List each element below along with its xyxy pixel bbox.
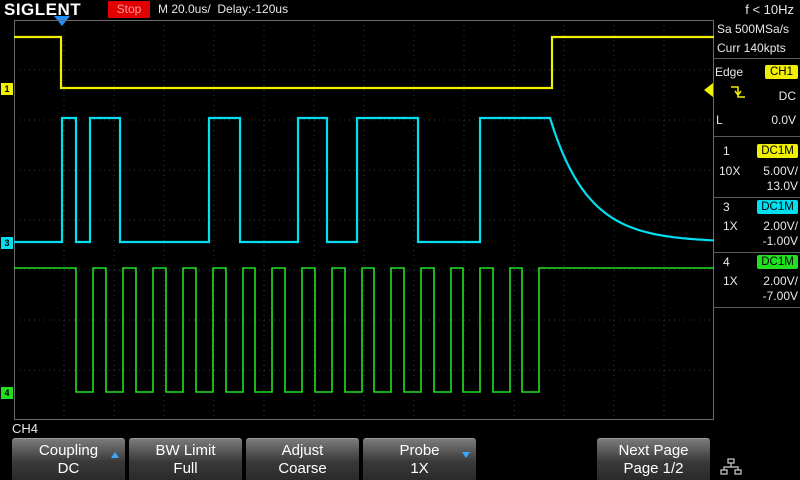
- menu-channel-label: CH4: [12, 421, 39, 436]
- ch4-offset: -7.00V: [762, 289, 798, 303]
- timebase-value: M 20.0us/: [158, 2, 211, 16]
- ch3-offset: -1.00V: [762, 234, 798, 248]
- run-state-badge[interactable]: Stop: [108, 1, 150, 18]
- ch1-scale: 5.00V/: [763, 164, 798, 178]
- ch1-number: 1: [723, 144, 730, 158]
- trigger-type: Edge: [715, 65, 744, 79]
- trigger-coupling: DC: [778, 89, 796, 103]
- falling-edge-icon: [731, 86, 745, 98]
- next-page-value: Page 1/2: [623, 460, 684, 477]
- next-page-softkey[interactable]: Next Page Page 1/2: [597, 438, 710, 480]
- adjust-softkey[interactable]: Adjust Coarse: [246, 438, 359, 480]
- ch4-marker[interactable]: 4: [1, 387, 13, 399]
- ch4-number: 4: [723, 255, 730, 269]
- coupling-value: DC: [57, 460, 80, 477]
- trigger-level-value: 0.0V: [771, 113, 796, 127]
- bw-limit-softkey[interactable]: BW Limit Full: [129, 438, 242, 480]
- ch3-coupling-badge: DC1M: [757, 200, 798, 214]
- ch1-offset: 13.0V: [766, 179, 798, 193]
- ch3-number: 3: [723, 200, 730, 214]
- next-page-title: Next Page: [618, 442, 689, 459]
- info-panel: Sa 500MSa/s Curr 140kpts Edge CH1 DC L 0…: [713, 20, 800, 420]
- coupling-softkey[interactable]: Coupling DC: [12, 438, 125, 480]
- trigger-source-badge: CH1: [765, 65, 798, 79]
- arrow-up-icon: [111, 452, 119, 458]
- probe-title: Probe: [399, 442, 440, 459]
- coupling-title: Coupling: [38, 442, 99, 459]
- ch3-marker[interactable]: 3: [1, 237, 13, 249]
- network-icon[interactable]: [720, 458, 742, 476]
- ch3-probe: 1X: [723, 219, 738, 233]
- ch4-probe: 1X: [723, 274, 738, 288]
- timebase-readout[interactable]: M 20.0us/ Delay:-120us: [158, 1, 288, 18]
- arrow-down-icon: [462, 452, 470, 458]
- ch4-scale: 2.00V/: [763, 274, 798, 288]
- bw-limit-value: Full: [173, 460, 198, 477]
- ch1-probe: 10X: [719, 164, 741, 178]
- ch3-scale: 2.00V/: [763, 219, 798, 233]
- sample-rate: Sa 500MSa/s: [717, 22, 790, 36]
- trigger-level-marker[interactable]: [704, 83, 713, 97]
- trigger-level-label: L: [716, 113, 723, 127]
- bw-limit-title: BW Limit: [155, 442, 216, 459]
- memory-depth: Curr 140kpts: [717, 41, 786, 55]
- probe-value: 1X: [410, 460, 429, 477]
- frequency-readout: f < 10Hz: [745, 2, 794, 17]
- probe-softkey[interactable]: Probe 1X: [363, 438, 476, 480]
- delay-value: Delay:-120us: [217, 2, 289, 16]
- ch1-coupling-badge: DC1M: [757, 144, 798, 158]
- ch4-coupling-badge: DC1M: [757, 255, 798, 269]
- adjust-title: Adjust: [281, 442, 324, 459]
- ch1-marker[interactable]: 1: [1, 83, 13, 95]
- waveform-display: [14, 20, 714, 420]
- adjust-value: Coarse: [278, 460, 327, 477]
